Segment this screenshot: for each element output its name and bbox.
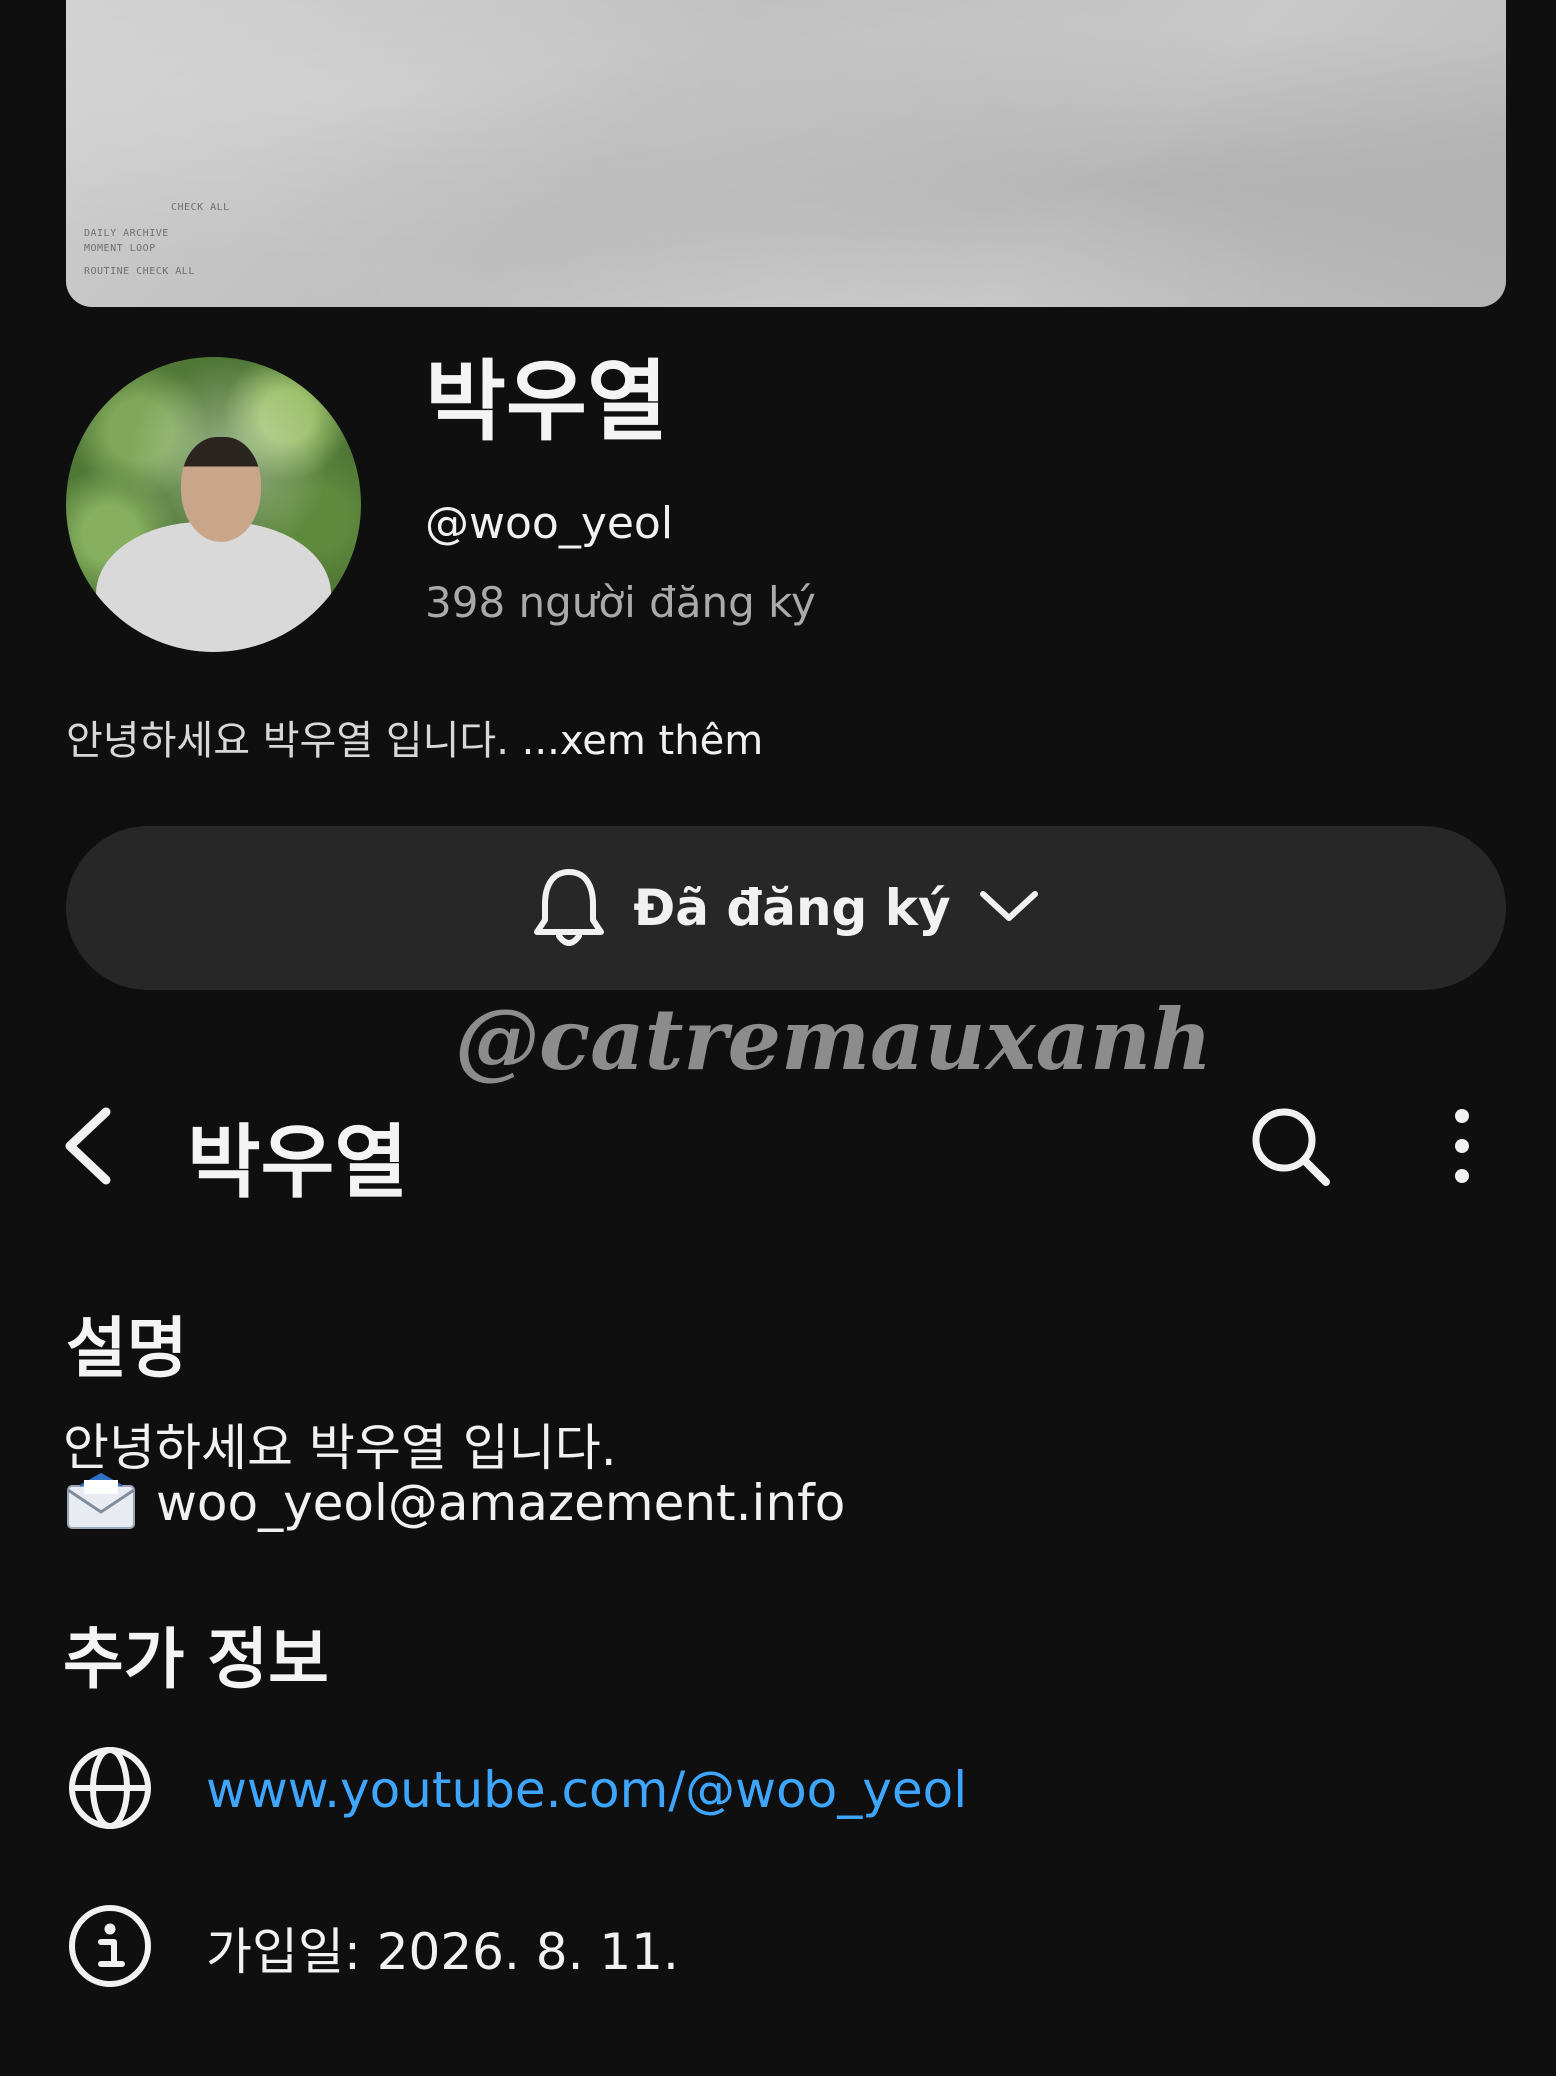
info-icon bbox=[66, 1902, 154, 1994]
banner-text: DAILY ARCHIVE bbox=[84, 228, 169, 239]
bio-text: 안녕하세요 박우열 입니다. bbox=[66, 718, 509, 764]
watermark-text: @catremauxanh bbox=[455, 990, 1213, 1089]
globe-icon bbox=[66, 1744, 154, 1836]
channel-bio-preview[interactable]: 안녕하세요 박우열 입니다. ...xem thêm bbox=[66, 708, 763, 766]
more-vert-icon bbox=[1455, 1109, 1469, 1183]
channel-url-link[interactable]: www.youtube.com/@woo_yeol bbox=[206, 1761, 967, 1819]
back-arrow-icon bbox=[65, 1107, 111, 1185]
channel-banner: CHECK ALL DAILY ARCHIVE MOMENT LOOP ROUT… bbox=[66, 0, 1506, 307]
banner-text-block: DAILY ARCHIVE MOMENT LOOP bbox=[84, 226, 169, 256]
bell-icon bbox=[531, 864, 607, 952]
channel-avatar[interactable] bbox=[66, 357, 361, 652]
description-text: 안녕하세요 박우열 입니다. bbox=[63, 1419, 617, 1477]
join-date-row: 가입일: 2026. 8. 11. bbox=[66, 1902, 679, 1994]
avatar-figure-head bbox=[181, 437, 261, 542]
subscriber-count: 398 người đăng ký bbox=[425, 578, 816, 627]
channel-handle: @woo_yeol bbox=[425, 498, 674, 549]
banner-text: ROUTINE CHECK ALL bbox=[84, 266, 195, 277]
chevron-down-icon bbox=[977, 886, 1041, 930]
more-options-button[interactable] bbox=[1440, 1104, 1484, 1188]
page-title: 박우열 bbox=[187, 1116, 408, 1209]
banner-text: CHECK ALL bbox=[171, 202, 230, 213]
envelope-icon bbox=[66, 1472, 136, 1534]
banner-text: MOMENT LOOP bbox=[84, 243, 156, 254]
channel-link-row: www.youtube.com/@woo_yeol bbox=[66, 1744, 967, 1836]
email-row: woo_yeol@amazement.info bbox=[66, 1472, 845, 1534]
top-app-bar: 박우열 bbox=[0, 1090, 1556, 1209]
more-info-heading: 추가 정보 bbox=[63, 1621, 329, 1698]
back-button[interactable] bbox=[58, 1104, 128, 1188]
avatar-figure-body bbox=[96, 522, 331, 652]
description-heading: 설명 bbox=[66, 1310, 188, 1387]
subscribed-button[interactable]: Đã đăng ký bbox=[66, 826, 1506, 990]
search-icon bbox=[1252, 1108, 1330, 1186]
join-date: 가입일: 2026. 8. 11. bbox=[206, 1923, 679, 1981]
see-more-link[interactable]: ...xem thêm bbox=[522, 718, 763, 764]
subscribed-label: Đã đăng ký bbox=[633, 879, 951, 937]
search-button[interactable] bbox=[1248, 1104, 1332, 1188]
channel-name: 박우열 bbox=[425, 350, 668, 453]
email-address[interactable]: woo_yeol@amazement.info bbox=[156, 1474, 845, 1532]
